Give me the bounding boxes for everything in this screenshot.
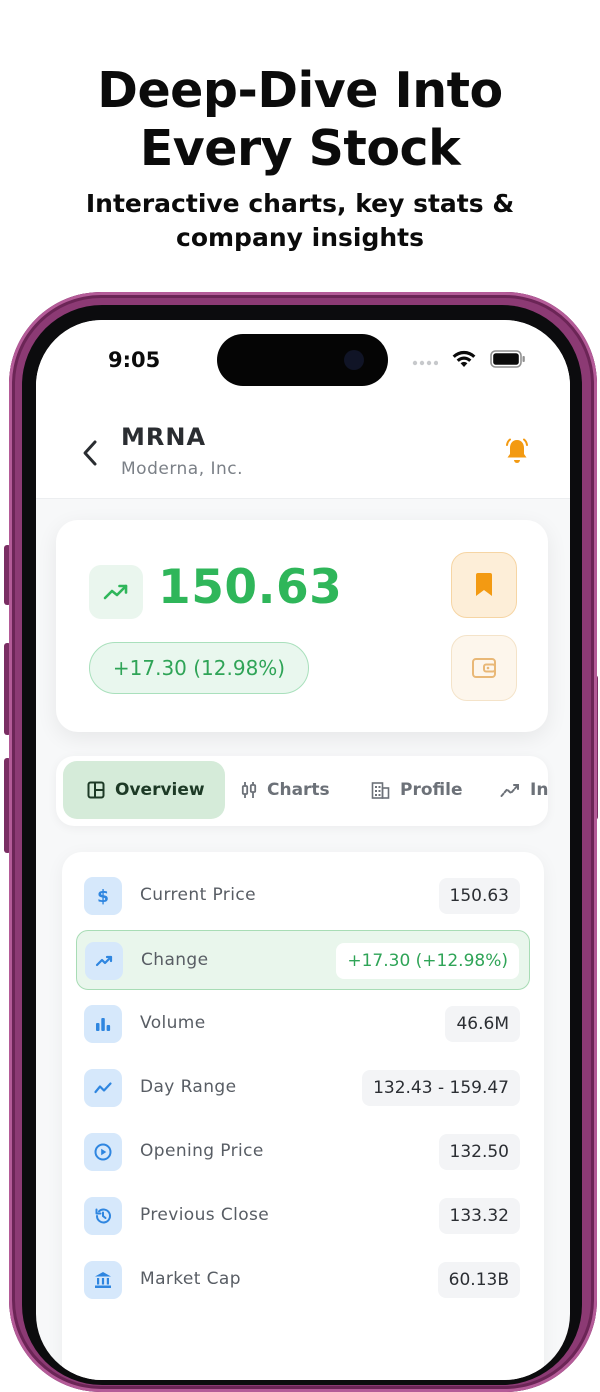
layout-icon xyxy=(87,781,105,799)
promo-subtitle-line1: Interactive charts, key stats & xyxy=(85,189,515,218)
history-icon xyxy=(84,1197,122,1235)
wifi-icon xyxy=(452,350,476,373)
company-name: Moderna, Inc. xyxy=(121,459,244,479)
tab-charts-label: Charts xyxy=(267,780,330,800)
status-bar: 9:05 xyxy=(36,320,570,402)
price-change-badge: +17.30 (12.98%) xyxy=(89,642,309,694)
stat-row-current-price[interactable]: $ Current Price 150.63 xyxy=(76,866,530,926)
add-to-portfolio-button[interactable] xyxy=(451,635,517,701)
stat-value: 46.6M xyxy=(445,1006,520,1042)
trending-up-icon xyxy=(85,942,123,980)
stat-value: 132.50 xyxy=(438,1134,520,1170)
stat-label: Market Cap xyxy=(140,1269,241,1289)
status-time: 9:05 xyxy=(108,348,161,372)
stat-label: Current Price xyxy=(140,885,256,905)
stat-value: 150.63 xyxy=(438,878,520,914)
bookmark-icon xyxy=(476,573,492,596)
ticker-symbol: MRNA xyxy=(121,423,207,451)
wallet-icon xyxy=(472,658,496,678)
stat-value: 133.32 xyxy=(438,1198,520,1234)
price-card: 150.63 +17.30 (12.98%) xyxy=(56,520,548,732)
bell-icon xyxy=(506,438,528,463)
line-chart-icon xyxy=(84,1069,122,1107)
stat-label: Day Range xyxy=(140,1077,237,1097)
stock-header: MRNA Moderna, Inc. xyxy=(36,402,570,499)
stat-row-change[interactable]: Change +17.30 (+12.98%) xyxy=(76,930,530,990)
tab-insights[interactable]: In xyxy=(500,761,548,819)
promo-subtitle: Interactive charts, key stats & company … xyxy=(0,187,600,255)
stat-row-previous-close[interactable]: Previous Close 133.32 xyxy=(76,1186,530,1246)
svg-text:$: $ xyxy=(97,887,109,906)
insights-icon xyxy=(500,784,519,797)
promo-headline: Deep-Dive Into Every Stock xyxy=(0,62,600,178)
front-camera xyxy=(344,350,364,370)
battery-icon xyxy=(490,350,526,373)
stat-row-day-range[interactable]: Day Range 132.43 - 159.47 xyxy=(76,1058,530,1118)
stat-value: 132.43 - 159.47 xyxy=(362,1070,520,1106)
trend-badge xyxy=(89,565,143,619)
price-alert-button[interactable] xyxy=(502,436,532,466)
bank-icon xyxy=(84,1261,122,1299)
chevron-left-icon xyxy=(83,440,97,466)
promo-subtitle-line2: company insights xyxy=(176,223,424,252)
dynamic-island xyxy=(217,334,388,386)
stat-row-market-cap[interactable]: Market Cap 60.13B xyxy=(76,1250,530,1310)
stat-label: Previous Close xyxy=(140,1205,270,1225)
stat-row-opening-price[interactable]: Opening Price 132.50 xyxy=(76,1122,530,1182)
promo-headline-line2: Every Stock xyxy=(139,120,461,177)
signal-dots-icon xyxy=(412,353,439,371)
tab-profile[interactable]: Profile xyxy=(371,761,462,819)
play-circle-icon xyxy=(84,1133,122,1171)
tab-profile-label: Profile xyxy=(400,780,463,800)
phone-screen: 9:05 MRNA Moderna, Inc. 150.63 +17.30 (1… xyxy=(36,320,570,1380)
status-icons xyxy=(412,350,526,373)
section-tabs: Overview Charts Profile In xyxy=(56,756,548,826)
current-price: 150.63 xyxy=(158,560,343,615)
trending-up-icon xyxy=(103,584,128,600)
stat-value: 60.13B xyxy=(437,1262,520,1298)
stat-value: +17.30 (+12.98%) xyxy=(336,943,519,979)
tab-insights-label: In xyxy=(530,780,548,800)
candlestick-icon xyxy=(241,782,257,798)
stat-label: Volume xyxy=(140,1013,206,1033)
key-stats-card: $ Current Price 150.63 Change +17.30 (+1… xyxy=(62,852,544,1380)
tab-overview-label: Overview xyxy=(115,780,205,800)
stat-row-volume[interactable]: Volume 46.6M xyxy=(76,994,530,1054)
back-button[interactable] xyxy=(76,436,106,470)
dollar-icon: $ xyxy=(84,877,122,915)
stat-label: Opening Price xyxy=(140,1141,264,1161)
bar-chart-icon xyxy=(84,1005,122,1043)
building-icon xyxy=(371,782,390,799)
tab-charts[interactable]: Charts xyxy=(241,761,330,819)
tab-overview[interactable]: Overview xyxy=(63,761,225,819)
stat-label: Change xyxy=(141,950,209,970)
bookmark-button[interactable] xyxy=(451,552,517,618)
promo-headline-line1: Deep-Dive Into xyxy=(97,62,503,119)
